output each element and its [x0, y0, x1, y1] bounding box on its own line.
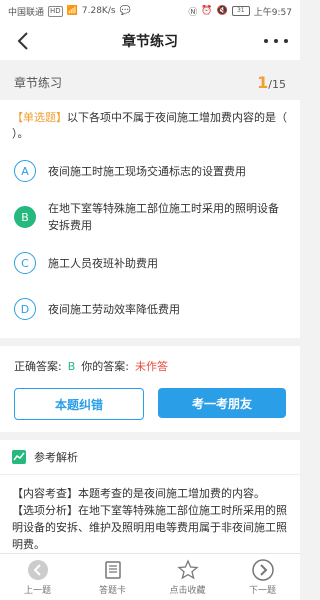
alarm-icon: ⏰ [201, 6, 213, 16]
chevron-left-icon [17, 32, 28, 50]
arrow-right-circle-icon [251, 558, 274, 581]
current-question-number: 1 [257, 72, 269, 92]
analysis-chart-icon [12, 450, 26, 464]
option-c[interactable]: C 施工人员夜班补助费用 [12, 240, 288, 286]
answer-card-label: 答题卡 [98, 585, 126, 596]
nav-bar: 章节练习 [0, 22, 300, 60]
report-error-button[interactable]: 本题纠错 [14, 388, 144, 420]
signal-icon: 📶 [66, 6, 78, 16]
more-button[interactable] [264, 31, 288, 51]
option-letter: A [14, 160, 36, 182]
answer-line: 正确答案: B 你的答案: 未作答 [14, 358, 286, 374]
your-answer-value: 未作答 [134, 360, 168, 373]
analysis-body: 【内容考查】本题考查的是夜间施工增加费的内容。 【选项分析】在地下室等特殊施工部… [0, 475, 300, 563]
next-label: 下一题 [248, 585, 276, 596]
star-icon [176, 558, 199, 579]
more-dot-icon [264, 39, 268, 43]
clock-label: 上午9:57 [253, 7, 292, 18]
arrow-left-circle-icon [27, 559, 48, 580]
analysis-section: 参考解析 【内容考查】本题考查的是夜间施工增加费的内容。 【选项分析】在地下室等… [0, 440, 300, 563]
answer-card-button[interactable]: 答题卡 [75, 554, 150, 600]
chapter-name: 章节练习 [14, 75, 63, 90]
action-buttons: 本题纠错 考一考朋友 [14, 388, 286, 420]
back-button[interactable] [14, 30, 34, 52]
option-letter: B [14, 206, 36, 228]
prev-label: 上一题 [23, 585, 51, 596]
question-progress: 1/15 [257, 73, 286, 92]
message-icon: 💬 [119, 6, 131, 16]
analysis-line: 【内容考查】本题考查的是夜间施工增加费的内容。 [12, 487, 265, 500]
total-questions: /15 [268, 77, 286, 91]
more-dot-icon [284, 39, 288, 43]
correct-answer-label: 正确答案: [14, 360, 62, 373]
correct-answer-value: B [67, 359, 76, 373]
mute-icon: 🔇 [216, 6, 228, 16]
prev-question-button[interactable]: 上一题 [0, 554, 75, 600]
nfc-icon: Ⓝ [188, 7, 198, 18]
answer-card-icon [104, 560, 121, 579]
speed-label: 7.28K/s [81, 6, 116, 16]
hd-icon: HD [48, 5, 63, 17]
analysis-header: 参考解析 [0, 440, 300, 475]
analysis-title: 参考解析 [34, 451, 78, 464]
next-question-button[interactable]: 下一题 [225, 554, 300, 600]
question-type: 【单选题】 [12, 111, 67, 124]
chapter-bar: 章节练习 1/15 [0, 64, 300, 100]
analysis-line: 【选项分析】在地下室等特殊施工部位施工时所采用的照明设备的安拆、维护及照明用电等… [12, 504, 287, 551]
answer-panel: 正确答案: B 你的答案: 未作答 本题纠错 考一考朋友 [0, 346, 300, 432]
option-text: 夜间施工劳动效率降低费用 [48, 302, 180, 316]
option-text: 在地下室等特殊施工部位施工时采用的照明设备安拆费用 [48, 202, 279, 232]
page-title: 章节练习 [122, 34, 178, 50]
option-a[interactable]: A 夜间施工时施工现场交通标志的设置费用 [12, 148, 288, 194]
option-text: 施工人员夜班补助费用 [48, 256, 158, 270]
favorite-label: 点击收藏 [169, 585, 206, 596]
favorite-button[interactable]: 点击收藏 [150, 554, 225, 600]
quiz-friend-button[interactable]: 考一考朋友 [158, 388, 286, 418]
carrier-label: 中国联通 [8, 7, 45, 18]
question-card: 【单选题】以下各项中不属于夜间施工增加费内容的是（ ）。 A 夜间施工时施工现场… [0, 100, 300, 338]
option-text: 夜间施工时施工现场交通标志的设置费用 [48, 164, 246, 178]
status-bar: 中国联通 HD 📶 7.28K/s 💬 Ⓝ ⏰ 🔇 31 上午9:57 [0, 0, 300, 22]
battery-icon: 31 [231, 6, 250, 16]
question-text: 【单选题】以下各项中不属于夜间施工增加费内容的是（ ）。 [12, 110, 288, 142]
bottom-bar: 上一题 答题卡 点击收藏 下一题 [0, 553, 300, 600]
option-d[interactable]: D 夜间施工劳动效率降低费用 [12, 286, 288, 332]
your-answer-label: 你的答案: [81, 360, 129, 373]
option-letter: C [14, 252, 36, 274]
option-letter: D [14, 298, 36, 320]
option-b[interactable]: B 在地下室等特殊施工部位施工时采用的照明设备安拆费用 [12, 194, 288, 240]
more-dot-icon [274, 39, 278, 43]
